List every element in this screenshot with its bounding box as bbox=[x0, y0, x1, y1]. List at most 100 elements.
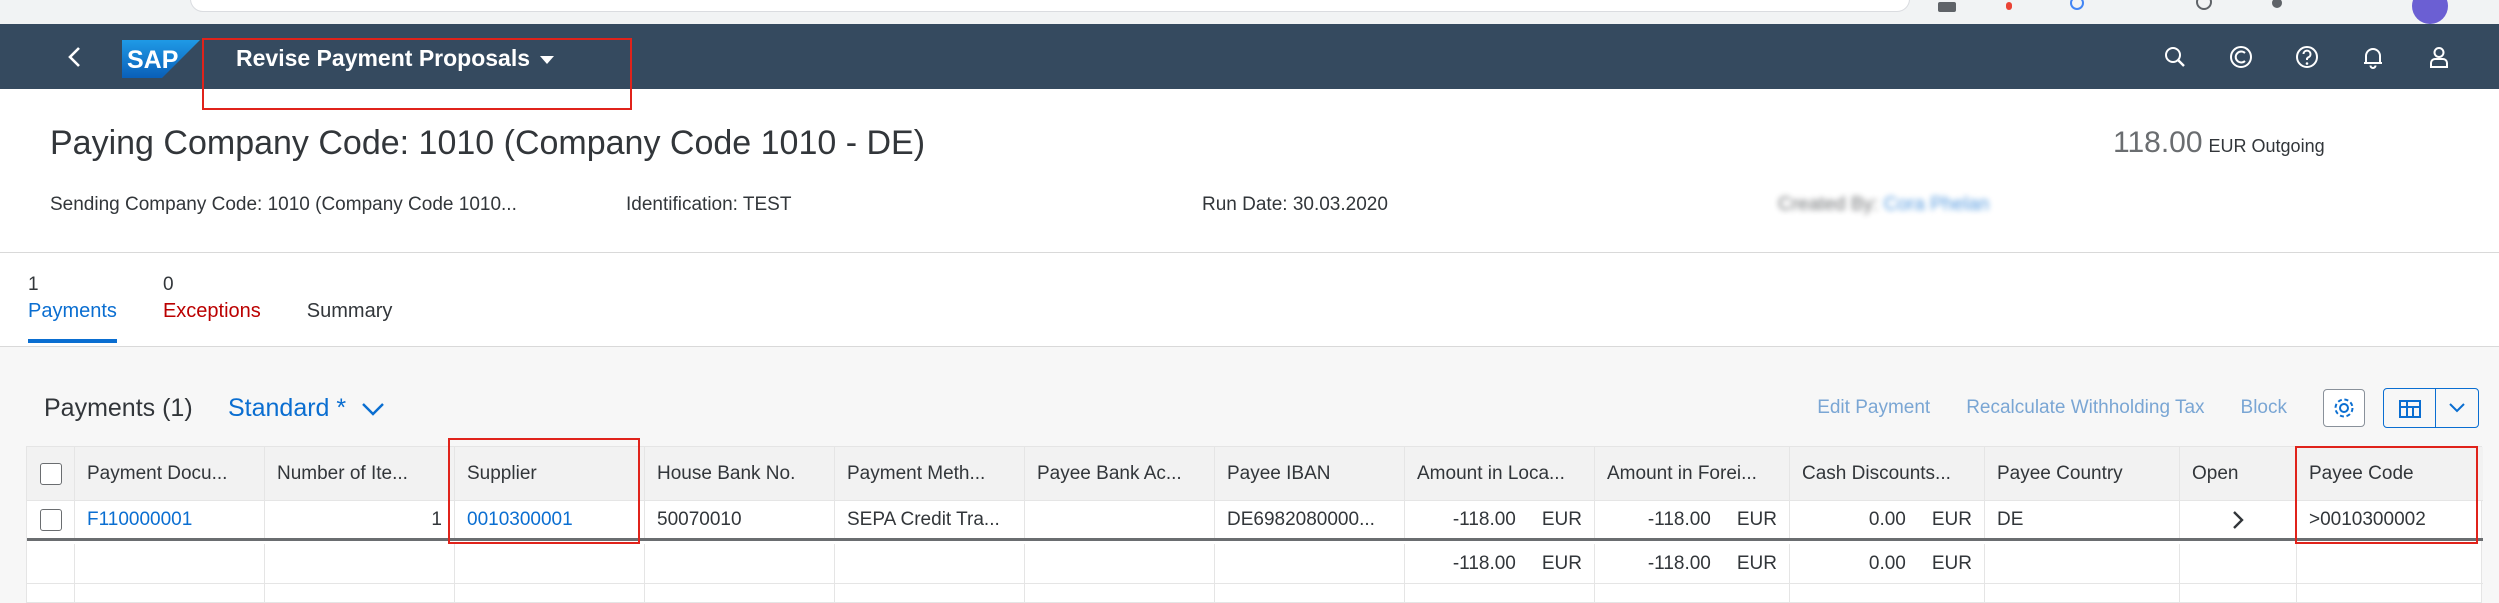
currency-code: EUR bbox=[1736, 508, 1777, 530]
chevron-down-icon bbox=[2449, 403, 2465, 413]
select-all-cell bbox=[27, 447, 75, 500]
select-all-checkbox[interactable] bbox=[39, 462, 62, 485]
tab-label: Exceptions bbox=[162, 300, 261, 322]
payment-method-cell: SEPA Credit Tra... bbox=[835, 501, 1025, 538]
column-header[interactable]: Payee IBAN bbox=[1215, 447, 1405, 500]
empty-cell bbox=[75, 584, 265, 603]
table-row[interactable]: F110000001 1 0010300001 50070010 SEPA Cr… bbox=[27, 501, 2483, 541]
recalculate-withholding-tax-button[interactable]: Recalculate Withholding Tax bbox=[1966, 397, 2204, 419]
notifications-button[interactable] bbox=[2353, 38, 2393, 76]
column-header[interactable]: Payee Code bbox=[2297, 447, 2473, 500]
number-of-items-cell: 1 bbox=[265, 501, 455, 538]
total-cash-discount: 0.00 EUR bbox=[1790, 544, 1985, 583]
column-header[interactable]: Cash Discounts... bbox=[1790, 447, 1985, 500]
browser-extension-icon[interactable] bbox=[2070, 0, 2084, 10]
table-settings-button[interactable] bbox=[2323, 389, 2365, 427]
variant-management[interactable]: Standard * bbox=[228, 394, 386, 423]
amount-value: -118.00 bbox=[1452, 552, 1516, 574]
house-bank-cell: 50070010 bbox=[645, 501, 835, 538]
table-header-row: Payment Docu... Number of Ite... Supplie… bbox=[27, 447, 2483, 501]
table-title: Payments (1) bbox=[44, 394, 193, 422]
app-title-menu[interactable]: Revise Payment Proposals bbox=[236, 43, 555, 73]
spreadsheet-export-icon bbox=[2398, 400, 2421, 418]
browser-extension-icon[interactable] bbox=[2272, 0, 2282, 8]
payee-country-cell: DE bbox=[1985, 501, 2180, 538]
column-header[interactable]: Supplier bbox=[455, 447, 645, 500]
user-profile-button[interactable] bbox=[2419, 38, 2459, 76]
export-button[interactable] bbox=[2384, 389, 2436, 427]
kpi-amount: 118.00 bbox=[2113, 126, 2203, 159]
totals-spacer bbox=[835, 544, 1025, 583]
tab-summary[interactable]: Summary bbox=[307, 274, 393, 341]
column-header[interactable]: Payment Docu... bbox=[75, 447, 265, 500]
empty-cell bbox=[455, 584, 645, 603]
column-header[interactable]: House Bank No. bbox=[645, 447, 835, 500]
empty-cell bbox=[1985, 584, 2180, 603]
variant-name: Standard * bbox=[228, 394, 347, 422]
empty-cell bbox=[265, 584, 455, 603]
export-menu-button[interactable] bbox=[2436, 389, 2478, 427]
empty-cell bbox=[835, 584, 1025, 603]
totals-spacer bbox=[1215, 544, 1405, 583]
cash-discount-cell: 0.00 EUR bbox=[1790, 501, 1985, 538]
total-amount-local: -118.00 EUR bbox=[1405, 544, 1595, 583]
currency-code: EUR bbox=[1736, 552, 1777, 574]
sap-logo[interactable]: SAP bbox=[122, 40, 200, 78]
browser-profile-avatar[interactable] bbox=[2412, 0, 2448, 24]
amount-local-cell: -118.00 EUR bbox=[1405, 501, 1595, 538]
empty-cell bbox=[1025, 584, 1215, 603]
totals-spacer bbox=[2297, 544, 2473, 583]
column-header[interactable]: Open bbox=[2180, 447, 2297, 500]
column-header[interactable]: Amount in Loca... bbox=[1405, 447, 1595, 500]
column-header[interactable]: Number of Ite... bbox=[265, 447, 455, 500]
attr-run-date: Run Date: 30.03.2020 bbox=[1202, 194, 1388, 215]
chevron-left-icon bbox=[68, 47, 80, 67]
row-checkbox[interactable] bbox=[39, 508, 62, 531]
tab-payments[interactable]: 1 Payments bbox=[28, 274, 117, 343]
icon-tab-bar: 1 Payments 0 Exceptions Summary bbox=[28, 274, 393, 343]
currency-code: EUR bbox=[1931, 508, 1972, 530]
created-by-link[interactable]: Cora Phelan bbox=[1884, 194, 1990, 215]
amount-value: 0.00 bbox=[1868, 552, 1906, 574]
attr-created-by: Created By: Cora Phelan bbox=[1778, 194, 1989, 216]
empty-cell bbox=[1595, 584, 1790, 603]
payee-bank-account-cell bbox=[1025, 501, 1215, 538]
payment-document-link[interactable]: F110000001 bbox=[75, 501, 265, 538]
totals-spacer bbox=[27, 544, 75, 583]
tab-count: 0 bbox=[162, 274, 174, 295]
browser-toolbar bbox=[0, 0, 2499, 24]
browser-extension-icon[interactable] bbox=[2196, 0, 2212, 10]
currency-code: EUR bbox=[1541, 552, 1582, 574]
tab-count: 1 bbox=[28, 274, 39, 295]
open-cell[interactable] bbox=[2180, 501, 2297, 538]
chevron-right-icon[interactable] bbox=[2231, 509, 2245, 531]
created-by-label: Created By: bbox=[1778, 194, 1879, 215]
search-icon bbox=[2165, 47, 2185, 67]
column-header[interactable]: Payee Bank Ac... bbox=[1025, 447, 1215, 500]
tab-exceptions[interactable]: 0 Exceptions bbox=[163, 274, 261, 341]
edit-payment-button[interactable]: Edit Payment bbox=[1817, 397, 1930, 419]
back-button[interactable] bbox=[58, 40, 92, 74]
browser-extension-icon[interactable] bbox=[1938, 2, 1956, 12]
bell-icon bbox=[2364, 48, 2382, 69]
help-button[interactable] bbox=[2287, 38, 2327, 76]
column-header[interactable]: Payee Country bbox=[1985, 447, 2180, 500]
browser-address-bar[interactable] bbox=[190, 0, 1910, 12]
copilot-button[interactable] bbox=[2221, 38, 2261, 76]
column-header[interactable]: Payment Meth... bbox=[835, 447, 1025, 500]
amount-value: -118.00 bbox=[1647, 552, 1711, 574]
search-button[interactable] bbox=[2155, 38, 2195, 76]
column-header[interactable]: Amount in Forei... bbox=[1595, 447, 1790, 500]
block-button[interactable]: Block bbox=[2241, 397, 2287, 419]
gear-icon bbox=[2334, 398, 2354, 418]
header-kpi: 118.00 EUR Outgoing bbox=[2113, 126, 2325, 160]
table-empty-row bbox=[27, 584, 2483, 603]
total-amount-foreign: -118.00 EUR bbox=[1595, 544, 1790, 583]
supplier-link[interactable]: 0010300001 bbox=[455, 501, 645, 538]
browser-extension-icon[interactable] bbox=[2006, 2, 2012, 10]
amount-foreign-cell: -118.00 EUR bbox=[1595, 501, 1790, 538]
svg-text:SAP: SAP bbox=[127, 46, 178, 74]
empty-cell bbox=[2180, 584, 2297, 603]
empty-cell bbox=[1405, 584, 1595, 603]
export-split-button[interactable] bbox=[2383, 388, 2479, 428]
